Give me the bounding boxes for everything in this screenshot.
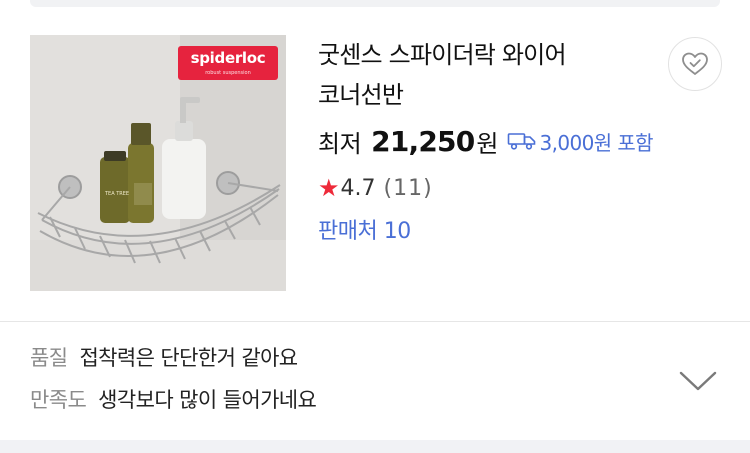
brand-logo-name: spiderloc <box>190 49 266 67</box>
truck-icon <box>507 133 535 150</box>
wishlist-button[interactable] <box>668 37 722 91</box>
seller-count-link[interactable]: 판매처 10 <box>318 215 658 249</box>
rating-value: 4.7 <box>340 175 376 201</box>
review-summary-line: 품질 접착력은 단단한거 같아요 <box>30 342 298 372</box>
product-image[interactable]: TEA TREE spiderloc robust suspension <box>30 35 286 291</box>
brand-logo-tagline: robust suspension <box>205 70 251 76</box>
review-key-satisfaction: 만족도 <box>30 388 87 412</box>
price-unit: 원 <box>476 129 499 158</box>
review-summary-line: 만족도 생각보다 많이 들어가네요 <box>30 384 317 414</box>
review-text-satisfaction: 생각보다 많이 들어가네요 <box>98 388 317 412</box>
chevron-down-icon <box>679 371 717 391</box>
star-icon: ★ <box>318 174 340 202</box>
price-label: 최저 <box>318 129 362 158</box>
rating-row[interactable]: ★ 4.7 (11) <box>318 169 658 207</box>
product-card[interactable]: TEA TREE spiderloc robust suspension 굿센스… <box>0 7 750 321</box>
next-section-edge <box>0 440 750 453</box>
bottle-label: TEA TREE <box>104 191 129 197</box>
product-info: 굿센스 스파이더락 와이어 코너선반 최저 21,250 원 3,000원 포함 <box>318 35 658 249</box>
price-value: 21,250 <box>371 124 475 158</box>
product-title-line2: 코너선반 <box>318 81 404 109</box>
review-count: (11) <box>383 175 433 201</box>
review-summary[interactable]: 품질 접착력은 단단한거 같아요 만족도 생각보다 많이 들어가네요 <box>0 322 750 440</box>
shipping-info: 3,000원 포함 <box>507 127 654 156</box>
shipping-text: 3,000원 포함 <box>539 130 654 155</box>
price-row: 최저 21,250 원 3,000원 포함 <box>318 121 658 161</box>
review-key-quality: 품질 <box>30 346 68 370</box>
product-title[interactable]: 굿센스 스파이더락 와이어 코너선반 <box>318 35 658 115</box>
expand-reviews-button[interactable] <box>676 366 720 396</box>
product-title-line1: 굿센스 스파이더락 와이어 <box>318 41 567 69</box>
brand-logo: spiderloc robust suspension <box>178 46 278 80</box>
review-text-quality: 접착력은 단단한거 같아요 <box>79 346 298 370</box>
previous-card-edge <box>30 0 720 7</box>
heart-check-icon <box>682 52 708 75</box>
